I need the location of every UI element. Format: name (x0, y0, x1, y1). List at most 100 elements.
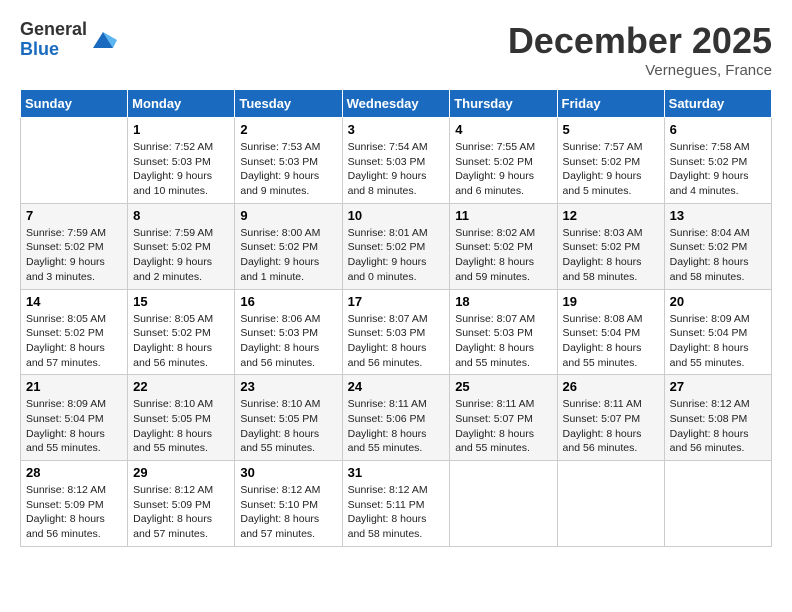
calendar-cell: 22Sunrise: 8:10 AM Sunset: 5:05 PM Dayli… (128, 375, 235, 461)
calendar-cell (664, 461, 771, 547)
cell-data: Sunrise: 7:55 AM Sunset: 5:02 PM Dayligh… (455, 140, 551, 199)
cell-data: Sunrise: 8:04 AM Sunset: 5:02 PM Dayligh… (670, 226, 766, 285)
week-row-1: 1 Sunrise: 7:52 AM Sunset: 5:03 PM Daylig… (21, 118, 772, 204)
cell-data: Sunrise: 8:09 AM Sunset: 5:04 PM Dayligh… (670, 312, 766, 371)
location: Vernegues, France (508, 62, 772, 79)
column-header-tuesday: Tuesday (235, 90, 342, 118)
logo-general-text: General (20, 20, 87, 40)
day-number: 16 (240, 294, 336, 309)
calendar-cell: 12 Sunrise: 8:03 AM Sunset: 5:02 PM Dayli… (557, 203, 664, 289)
calendar-cell (557, 461, 664, 547)
calendar-cell: 4 Sunrise: 7:55 AM Sunset: 5:02 PM Daylig… (450, 118, 557, 204)
calendar-cell: 24 Sunrise: 8:11 AM Sunset: 5:06 PM Dayli… (342, 375, 450, 461)
day-number: 4 (455, 122, 551, 137)
cell-data: Sunrise: 8:02 AM Sunset: 5:02 PM Dayligh… (455, 226, 551, 285)
calendar-cell: 3 Sunrise: 7:54 AM Sunset: 5:03 PM Daylig… (342, 118, 450, 204)
calendar-header-row: SundayMondayTuesdayWednesdayThursdayFrid… (21, 90, 772, 118)
calendar-cell: 30 Sunrise: 8:12 AM Sunset: 5:10 PM Dayli… (235, 461, 342, 547)
day-number: 7 (26, 208, 122, 223)
day-number: 13 (670, 208, 766, 223)
cell-data: Sunrise: 8:08 AM Sunset: 5:04 PM Dayligh… (563, 312, 659, 371)
day-number: 8 (133, 208, 229, 223)
week-row-2: 7 Sunrise: 7:59 AM Sunset: 5:02 PM Daylig… (21, 203, 772, 289)
calendar-cell: 1 Sunrise: 7:52 AM Sunset: 5:03 PM Daylig… (128, 118, 235, 204)
calendar-cell: 7 Sunrise: 7:59 AM Sunset: 5:02 PM Daylig… (21, 203, 128, 289)
logo-icon (89, 26, 117, 54)
calendar-cell: 29 Sunrise: 8:12 AM Sunset: 5:09 PM Dayli… (128, 461, 235, 547)
cell-data: Sunrise: 7:58 AM Sunset: 5:02 PM Dayligh… (670, 140, 766, 199)
day-number: 28 (26, 465, 122, 480)
day-number: 31 (348, 465, 445, 480)
week-row-5: 28 Sunrise: 8:12 AM Sunset: 5:09 PM Dayli… (21, 461, 772, 547)
calendar-cell: 2 Sunrise: 7:53 AM Sunset: 5:03 PM Daylig… (235, 118, 342, 204)
day-number: 23 (240, 379, 336, 394)
calendar-cell: 15Sunrise: 8:05 AM Sunset: 5:02 PM Dayli… (128, 289, 235, 375)
day-number: 9 (240, 208, 336, 223)
day-number: 17 (348, 294, 445, 309)
week-row-3: 14 Sunrise: 8:05 AM Sunset: 5:02 PM Dayli… (21, 289, 772, 375)
cell-data: Sunrise: 7:52 AM Sunset: 5:03 PM Dayligh… (133, 140, 229, 199)
title-block: December 2025 Vernegues, France (508, 20, 772, 79)
month-title: December 2025 (508, 20, 772, 62)
column-header-thursday: Thursday (450, 90, 557, 118)
cell-data: Sunrise: 8:07 AM Sunset: 5:03 PM Dayligh… (455, 312, 551, 371)
day-number: 1 (133, 122, 229, 137)
calendar-cell: 18 Sunrise: 8:07 AM Sunset: 5:03 PM Dayli… (450, 289, 557, 375)
day-number: 30 (240, 465, 336, 480)
calendar-cell: 8 Sunrise: 7:59 AM Sunset: 5:02 PM Daylig… (128, 203, 235, 289)
day-number: 12 (563, 208, 659, 223)
day-number: 26 (563, 379, 659, 394)
cell-data: Sunrise: 8:05 AM Sunset: 5:02 PM Dayligh… (26, 312, 122, 371)
day-number: 10 (348, 208, 445, 223)
cell-data: Sunrise: 8:03 AM Sunset: 5:02 PM Dayligh… (563, 226, 659, 285)
cell-data: Sunrise: 8:12 AM Sunset: 5:08 PM Dayligh… (670, 397, 766, 456)
day-number: 3 (348, 122, 445, 137)
calendar-cell: 6Sunrise: 7:58 AM Sunset: 5:02 PM Daylig… (664, 118, 771, 204)
cell-data: Sunrise: 8:06 AM Sunset: 5:03 PM Dayligh… (240, 312, 336, 371)
cell-data: Sunrise: 8:12 AM Sunset: 5:09 PM Dayligh… (133, 483, 229, 542)
cell-data: Sunrise: 7:54 AM Sunset: 5:03 PM Dayligh… (348, 140, 445, 199)
day-number: 5 (563, 122, 659, 137)
cell-data: Sunrise: 8:05 AM Sunset: 5:02 PM Dayligh… (133, 312, 229, 371)
calendar-cell: 14 Sunrise: 8:05 AM Sunset: 5:02 PM Dayli… (21, 289, 128, 375)
day-number: 29 (133, 465, 229, 480)
cell-data: Sunrise: 8:00 AM Sunset: 5:02 PM Dayligh… (240, 226, 336, 285)
day-number: 20 (670, 294, 766, 309)
calendar-cell: 31 Sunrise: 8:12 AM Sunset: 5:11 PM Dayli… (342, 461, 450, 547)
week-row-4: 21Sunrise: 8:09 AM Sunset: 5:04 PM Dayli… (21, 375, 772, 461)
calendar-cell: 5Sunrise: 7:57 AM Sunset: 5:02 PM Daylig… (557, 118, 664, 204)
logo: General Blue (20, 20, 117, 60)
calendar-cell: 21Sunrise: 8:09 AM Sunset: 5:04 PM Dayli… (21, 375, 128, 461)
cell-data: Sunrise: 8:11 AM Sunset: 5:06 PM Dayligh… (348, 397, 445, 456)
column-header-sunday: Sunday (21, 90, 128, 118)
calendar-cell: 20 Sunrise: 8:09 AM Sunset: 5:04 PM Dayli… (664, 289, 771, 375)
day-number: 2 (240, 122, 336, 137)
calendar-cell: 16 Sunrise: 8:06 AM Sunset: 5:03 PM Dayli… (235, 289, 342, 375)
calendar-cell (450, 461, 557, 547)
calendar-cell: 27Sunrise: 8:12 AM Sunset: 5:08 PM Dayli… (664, 375, 771, 461)
day-number: 24 (348, 379, 445, 394)
cell-data: Sunrise: 7:59 AM Sunset: 5:02 PM Dayligh… (26, 226, 122, 285)
calendar-cell: 19Sunrise: 8:08 AM Sunset: 5:04 PM Dayli… (557, 289, 664, 375)
day-number: 18 (455, 294, 551, 309)
calendar-cell: 28Sunrise: 8:12 AM Sunset: 5:09 PM Dayli… (21, 461, 128, 547)
cell-data: Sunrise: 8:12 AM Sunset: 5:11 PM Dayligh… (348, 483, 445, 542)
cell-data: Sunrise: 8:01 AM Sunset: 5:02 PM Dayligh… (348, 226, 445, 285)
cell-data: Sunrise: 8:11 AM Sunset: 5:07 PM Dayligh… (563, 397, 659, 456)
day-number: 14 (26, 294, 122, 309)
logo-blue-text: Blue (20, 40, 87, 60)
cell-data: Sunrise: 8:10 AM Sunset: 5:05 PM Dayligh… (240, 397, 336, 456)
cell-data: Sunrise: 7:59 AM Sunset: 5:02 PM Dayligh… (133, 226, 229, 285)
calendar-cell (21, 118, 128, 204)
calendar-table: SundayMondayTuesdayWednesdayThursdayFrid… (20, 89, 772, 547)
calendar-cell: 25Sunrise: 8:11 AM Sunset: 5:07 PM Dayli… (450, 375, 557, 461)
calendar-cell: 17Sunrise: 8:07 AM Sunset: 5:03 PM Dayli… (342, 289, 450, 375)
cell-data: Sunrise: 7:53 AM Sunset: 5:03 PM Dayligh… (240, 140, 336, 199)
calendar-cell: 26 Sunrise: 8:11 AM Sunset: 5:07 PM Dayli… (557, 375, 664, 461)
calendar-cell: 10 Sunrise: 8:01 AM Sunset: 5:02 PM Dayli… (342, 203, 450, 289)
cell-data: Sunrise: 8:10 AM Sunset: 5:05 PM Dayligh… (133, 397, 229, 456)
column-header-wednesday: Wednesday (342, 90, 450, 118)
column-header-friday: Friday (557, 90, 664, 118)
day-number: 11 (455, 208, 551, 223)
cell-data: Sunrise: 8:12 AM Sunset: 5:10 PM Dayligh… (240, 483, 336, 542)
